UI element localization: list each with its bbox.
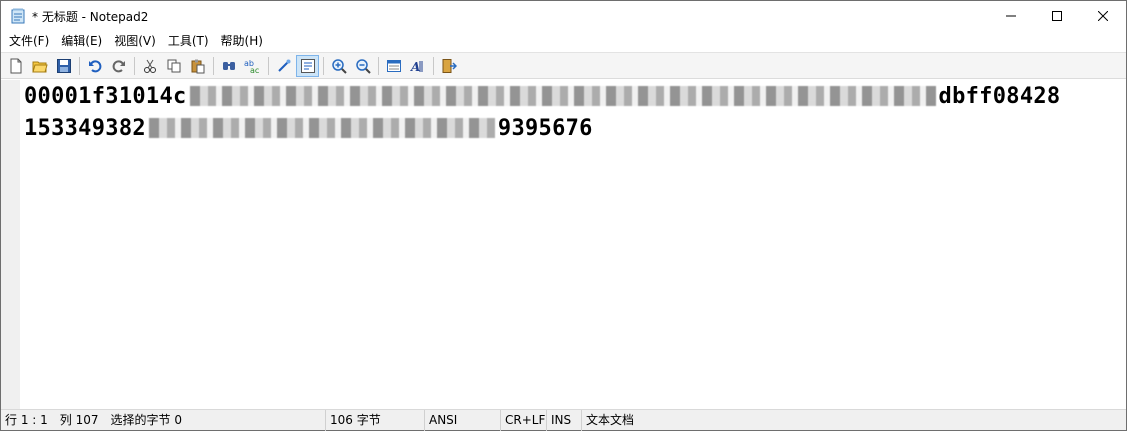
exit-button[interactable] bbox=[437, 55, 460, 77]
menu-tools[interactable]: 工具(T) bbox=[162, 31, 215, 51]
scheme-button[interactable] bbox=[382, 55, 405, 77]
font-icon: A bbox=[410, 60, 422, 74]
font-button[interactable]: A bbox=[406, 55, 429, 77]
status-line-ending[interactable]: CR+LF bbox=[501, 409, 547, 431]
save-button[interactable] bbox=[52, 55, 75, 77]
notepad-app-icon[interactable] bbox=[10, 8, 26, 24]
new-file-button[interactable] bbox=[4, 55, 27, 77]
window-controls bbox=[988, 1, 1126, 31]
copy-button[interactable] bbox=[162, 55, 185, 77]
status-bar: 行 1 : 1 列 107 选择的字节 0 106 字节 ANSI CR+LF … bbox=[1, 409, 1126, 431]
minimize-icon bbox=[1006, 15, 1016, 17]
status-selection: 选择的字节 0 bbox=[110, 412, 182, 427]
text-line: 00001f31014c dbff08428 bbox=[24, 82, 1060, 110]
cut-icon bbox=[143, 59, 156, 73]
toolbar: ab ac A bbox=[1, 52, 1126, 79]
zoom-in-button[interactable] bbox=[327, 55, 350, 77]
toolbar-separator bbox=[323, 56, 324, 75]
zoom-out-icon bbox=[355, 58, 371, 74]
status-encoding[interactable]: ANSI bbox=[425, 409, 501, 431]
redacted-text bbox=[189, 86, 936, 106]
status-column: 列 107 bbox=[59, 412, 99, 427]
maximize-button[interactable] bbox=[1034, 1, 1080, 31]
new-file-icon bbox=[10, 58, 21, 73]
text-line-end: dbff08428 bbox=[938, 83, 1061, 109]
text-line-end: 9395676 bbox=[497, 115, 593, 141]
menu-view[interactable]: 视图(V) bbox=[108, 31, 162, 51]
maximize-icon bbox=[1052, 11, 1062, 21]
status-position-cell: 行 1 : 1 列 107 选择的字节 0 bbox=[1, 409, 326, 431]
copy-icon bbox=[167, 59, 180, 72]
menu-file[interactable]: 文件(F) bbox=[3, 31, 55, 51]
redo-icon bbox=[112, 59, 125, 72]
paste-button[interactable] bbox=[186, 55, 209, 77]
text-editor[interactable]: 00001f31014c dbff08428 153349382 9395676 bbox=[1, 80, 1126, 409]
window-title: * 无标题 - Notepad2 bbox=[32, 9, 149, 24]
text-line: 153349382 9395676 bbox=[24, 114, 593, 142]
status-insert-mode[interactable]: INS bbox=[547, 409, 582, 431]
svg-text:A: A bbox=[410, 60, 420, 74]
view-whitespace-icon bbox=[300, 58, 315, 73]
save-icon bbox=[56, 58, 71, 73]
toolbar-separator bbox=[378, 56, 379, 75]
zoom-in-icon bbox=[331, 58, 347, 74]
close-icon bbox=[1098, 11, 1108, 21]
toolbar-separator bbox=[268, 56, 269, 75]
menu-bar: 文件(F) 编辑(E) 视图(V) 工具(T) 帮助(H) bbox=[1, 31, 1126, 51]
exit-icon bbox=[442, 58, 457, 73]
toolbar-separator bbox=[134, 56, 135, 75]
scheme-icon bbox=[386, 59, 401, 72]
menu-edit[interactable]: 编辑(E) bbox=[55, 31, 108, 51]
text-line-start: 153349382 bbox=[24, 115, 146, 141]
find-icon bbox=[222, 61, 235, 70]
menu-help[interactable]: 帮助(H) bbox=[215, 31, 269, 51]
toolbar-separator bbox=[79, 56, 80, 75]
text-line-start: 00001f31014c bbox=[24, 83, 187, 109]
toolbar-separator bbox=[433, 56, 434, 75]
find-button[interactable] bbox=[217, 55, 240, 77]
cut-button[interactable] bbox=[138, 55, 161, 77]
status-bytes: 106 字节 bbox=[326, 409, 425, 431]
svg-text:ac: ac bbox=[250, 66, 259, 74]
undo-icon bbox=[88, 59, 101, 72]
status-line-col: 行 1 : 1 bbox=[5, 412, 48, 427]
open-button[interactable] bbox=[28, 55, 51, 77]
notepad2-window: * 无标题 - Notepad2 文件(F) 编辑(E) 视图(V) 工具(T)… bbox=[0, 0, 1127, 431]
editor-margin bbox=[1, 80, 20, 409]
minimize-button[interactable] bbox=[988, 1, 1034, 31]
replace-icon: abac bbox=[244, 59, 259, 74]
toolbar-separator bbox=[213, 56, 214, 75]
close-button[interactable] bbox=[1080, 1, 1126, 31]
title-bar: * 无标题 - Notepad2 bbox=[1, 1, 1126, 31]
paste-icon bbox=[191, 59, 204, 73]
replace-button[interactable]: ab ac bbox=[241, 55, 264, 77]
word-wrap-button[interactable] bbox=[272, 55, 295, 77]
redacted-text bbox=[148, 118, 495, 138]
status-doc-type[interactable]: 文本文档 bbox=[582, 410, 1122, 431]
redo-button[interactable] bbox=[107, 55, 130, 77]
editor-text-area[interactable]: 00001f31014c dbff08428 153349382 9395676 bbox=[20, 80, 1126, 409]
word-wrap-icon bbox=[277, 59, 290, 72]
open-folder-icon bbox=[31, 61, 48, 72]
undo-button[interactable] bbox=[83, 55, 106, 77]
view-whitespace-button[interactable] bbox=[296, 54, 319, 77]
zoom-out-button[interactable] bbox=[351, 55, 374, 77]
